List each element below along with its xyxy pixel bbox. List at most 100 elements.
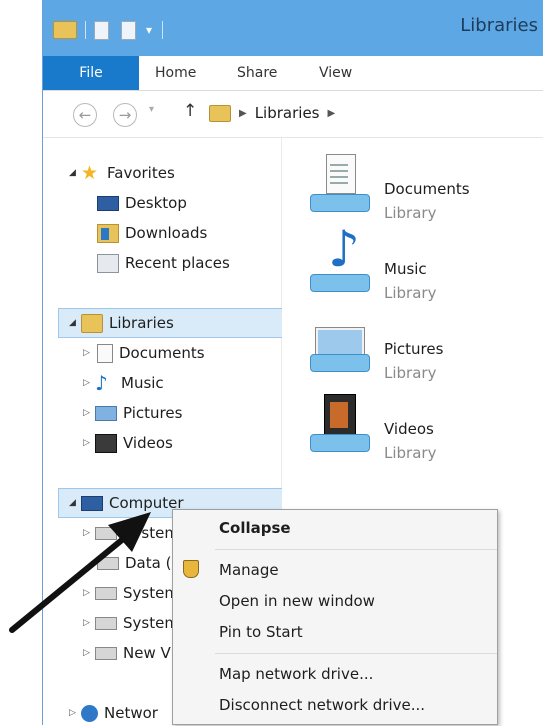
nav-item-pictures[interactable]: ▷ Pictures: [83, 400, 182, 426]
videos-library-icon: [310, 394, 370, 454]
menu-item-map-network-drive[interactable]: Map network drive...: [219, 665, 373, 683]
nav-computer[interactable]: ◢ Computer: [69, 490, 184, 516]
library-documents[interactable]: Documents Library: [282, 150, 543, 228]
pictures-icon: [95, 405, 117, 421]
computer-icon: [81, 495, 103, 511]
nav-item-drive[interactable]: Data (: [97, 550, 171, 576]
nav-item-desktop[interactable]: Desktop: [97, 190, 187, 216]
separator-icon: [85, 21, 86, 39]
music-library-icon: ♪: [310, 224, 370, 294]
system-drive-icon: [95, 526, 117, 540]
recent-locations-icon[interactable]: ▾: [149, 104, 154, 115]
collapsed-triangle-icon: ▷: [83, 528, 90, 538]
nav-item-downloads[interactable]: Downloads: [97, 220, 207, 246]
window-title: Libraries: [460, 15, 538, 36]
library-type: Library: [384, 364, 437, 382]
documents-library-icon: [310, 154, 370, 214]
customize-qat-icon[interactable]: ▾: [146, 23, 152, 37]
tab-view[interactable]: View: [319, 56, 352, 90]
tab-share[interactable]: Share: [237, 56, 277, 90]
nav-favorites[interactable]: ◢ ★ Favorites: [69, 160, 175, 186]
title-bar: ▾ Libraries: [43, 0, 543, 56]
drive-icon: [95, 586, 117, 600]
breadcrumb-chevron-icon: ▶: [327, 107, 336, 119]
downloads-icon: [97, 223, 119, 243]
nav-item-recent-places[interactable]: Recent places: [97, 250, 230, 276]
menu-item-disconnect-network-drive[interactable]: Disconnect network drive...: [219, 696, 425, 714]
recent-places-icon: [97, 253, 119, 273]
network-icon: [81, 704, 98, 722]
up-arrow-icon[interactable]: ↑: [183, 101, 197, 121]
menu-separator: [215, 549, 497, 550]
nav-label: Downloads: [125, 224, 208, 242]
nav-label: System: [123, 524, 179, 542]
nav-item-drive[interactable]: ▷ New V: [83, 640, 171, 666]
collapsed-triangle-icon: ▷: [83, 378, 90, 388]
nav-item-drive[interactable]: ▷ System: [83, 610, 179, 636]
nav-label: Networ: [104, 704, 158, 722]
nav-item-drive[interactable]: ▷ System: [83, 580, 179, 606]
collapsed-triangle-icon: ▷: [83, 648, 90, 658]
collapsed-triangle-icon: ▷: [83, 348, 90, 358]
nav-label: Libraries: [109, 314, 174, 332]
collapsed-triangle-icon: ▷: [69, 708, 76, 718]
library-pictures[interactable]: Pictures Library: [282, 310, 543, 388]
library-name: Videos: [384, 420, 434, 438]
drive-icon: [95, 646, 117, 660]
forward-arrow-icon: →: [118, 106, 132, 124]
drive-icon: [97, 556, 119, 570]
breadcrumb-chevron-icon: ▶: [239, 107, 247, 119]
star-icon: ★: [81, 161, 99, 184]
tab-home[interactable]: Home: [155, 56, 196, 90]
nav-label: New V: [123, 644, 171, 662]
nav-label: Favorites: [107, 164, 175, 182]
nav-label: Music: [121, 374, 164, 392]
separator-icon: [162, 21, 164, 39]
desktop-icon: [97, 195, 119, 211]
collapsed-triangle-icon: ▷: [83, 438, 90, 448]
pictures-library-icon: [310, 314, 370, 374]
nav-libraries[interactable]: ◢ Libraries: [69, 310, 174, 336]
nav-item-documents[interactable]: ▷ Documents: [83, 340, 205, 366]
back-arrow-icon: ←: [78, 106, 92, 124]
nav-item-videos[interactable]: ▷ Videos: [83, 430, 173, 456]
nav-label: System: [123, 584, 179, 602]
nav-label: Documents: [119, 344, 205, 362]
forward-button[interactable]: →: [113, 103, 137, 127]
menu-separator: [215, 653, 497, 654]
nav-label: Pictures: [123, 404, 183, 422]
drive-icon: [95, 616, 117, 630]
nav-label: Data (: [125, 554, 172, 572]
film-icon: [95, 433, 117, 453]
menu-item-pin-to-start[interactable]: Pin to Start: [219, 623, 303, 641]
back-button[interactable]: ←: [73, 103, 97, 127]
folder-icon[interactable]: [53, 21, 77, 39]
properties-icon[interactable]: [94, 20, 109, 40]
ribbon-tabs: File Home Share View: [43, 56, 543, 91]
library-type: Library: [384, 444, 437, 462]
menu-item-open-new-window[interactable]: Open in new window: [219, 592, 375, 610]
nav-label: Desktop: [125, 194, 187, 212]
nav-network[interactable]: ▷ Networ: [69, 700, 158, 726]
breadcrumb[interactable]: ▶ Libraries ▶: [209, 99, 539, 127]
menu-item-manage[interactable]: Manage: [219, 561, 279, 579]
new-folder-icon[interactable]: [121, 20, 136, 40]
library-type: Library: [384, 204, 437, 222]
nav-item-drive[interactable]: ▷ System: [83, 520, 179, 546]
library-music[interactable]: ♪ Music Library: [282, 224, 543, 308]
collapsed-triangle-icon: ▷: [83, 618, 90, 628]
collapsed-triangle-icon: ▷: [83, 408, 90, 418]
library-name: Pictures: [384, 340, 444, 358]
expanded-triangle-icon: ◢: [69, 318, 76, 328]
music-note-icon: ♪: [95, 370, 108, 395]
tab-file[interactable]: File: [43, 56, 139, 90]
libraries-folder-icon: [209, 104, 231, 122]
breadcrumb-item[interactable]: Libraries: [255, 104, 320, 122]
library-videos[interactable]: Videos Library: [282, 390, 543, 468]
document-icon: [97, 343, 113, 363]
collapsed-triangle-icon: ▷: [83, 588, 90, 598]
library-type: Library: [384, 284, 437, 302]
menu-item-collapse[interactable]: Collapse: [219, 519, 291, 537]
nav-item-music[interactable]: ▷ ♪ Music: [83, 370, 164, 396]
nav-label: Videos: [123, 434, 173, 452]
